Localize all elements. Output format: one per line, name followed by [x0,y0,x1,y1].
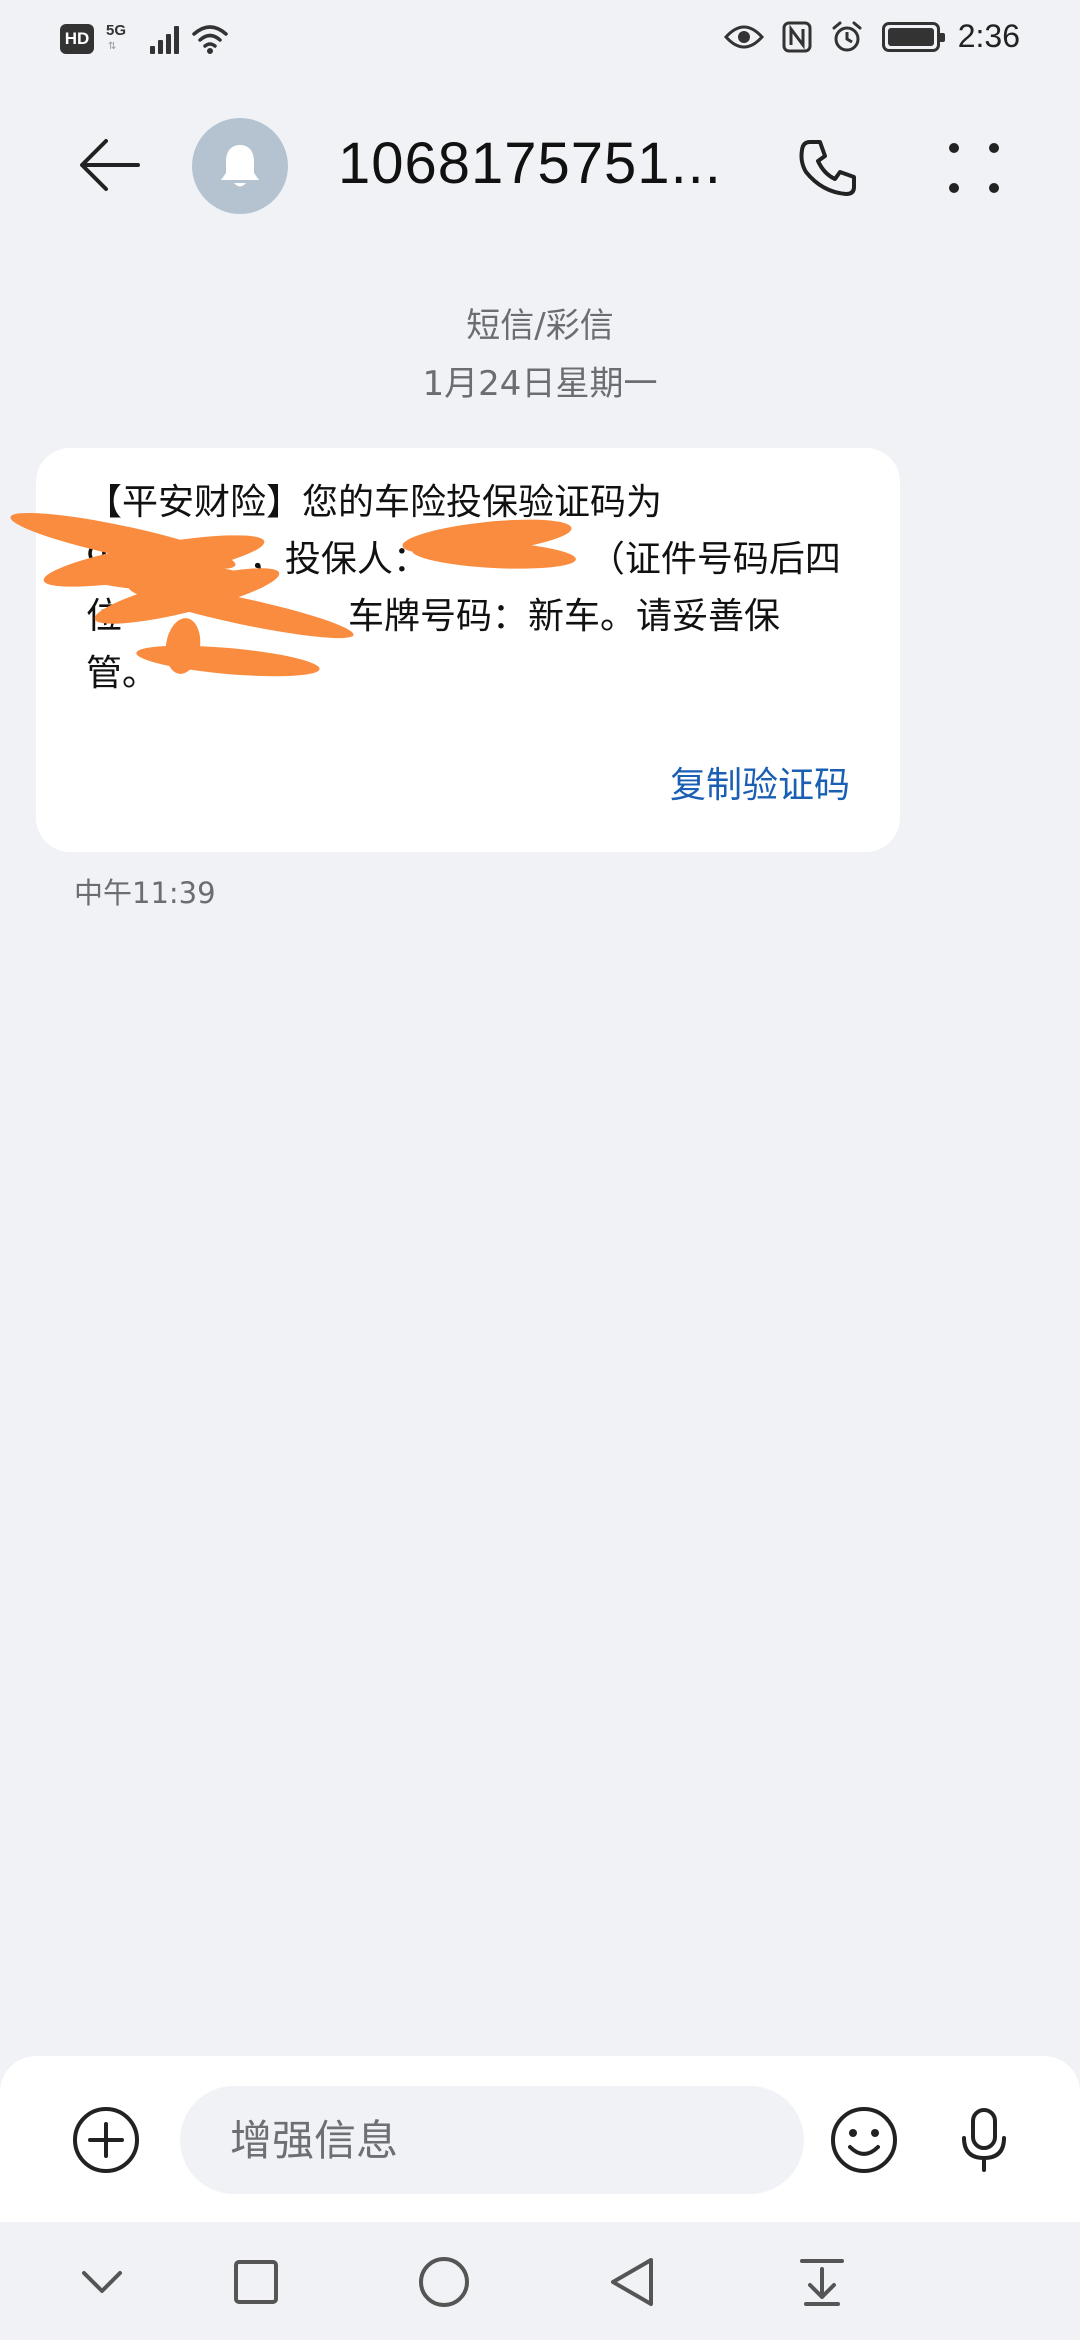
phone-icon [799,140,856,196]
notifications-icon [800,2259,844,2306]
network-indicator: 5G ⇅ [106,22,138,56]
thread-type-label: 短信/彩信 [466,306,614,346]
call-button[interactable] [790,130,866,206]
nav-home-button[interactable] [408,2246,480,2318]
message-composer [0,2056,1080,2222]
plus-circle-icon [73,2107,139,2173]
nav-recents-button[interactable] [220,2246,292,2318]
contact-avatar[interactable] [192,118,288,214]
alarm-icon [832,21,862,51]
sms-thread-screen: HD 5G ⇅ 2:36 1068175751... 短信/彩信 1月24日星期… [0,0,1080,2340]
thread-date-label: 1月24日星期一 [422,364,658,404]
signal-icon [150,24,179,54]
microphone-icon [962,2108,1006,2172]
status-time: 2:36 [957,18,1020,54]
conversation-header: 1068175751... [0,100,1080,230]
copy-code-button[interactable]: 复制验证码 [670,756,850,808]
status-bar: HD 5G ⇅ 2:36 [0,0,1080,80]
message-bubble[interactable]: 【平安财险】您的车险投保验证码为 9，投保人：（证件号码后四 位，车牌号码：新车… [7,448,900,852]
more-dots-icon [949,143,999,193]
message-line: 【平安财险】您的车险投保验证码为 [86,482,663,523]
eye-icon [723,25,764,48]
status-right: 2:36 [723,18,1020,55]
nav-back-button[interactable] [596,2246,668,2318]
nav-notifications-button[interactable] [786,2246,858,2318]
network-type: 5G [106,22,127,39]
back-button[interactable] [70,130,150,200]
hd-badge: HD [60,24,94,54]
back-icon [611,2258,653,2306]
emoji-button[interactable] [826,2102,902,2178]
battery-icon [881,21,945,52]
system-navigation-bar [0,2222,1080,2340]
emoji-icon [831,2107,897,2173]
message-timestamp: 中午11:39 [74,876,216,910]
nfc-icon [782,21,812,52]
bell-icon [221,145,259,187]
add-attachment-button[interactable] [70,2104,142,2176]
message-input[interactable] [180,2086,804,2194]
home-icon [419,2257,469,2307]
contact-number[interactable]: 1068175751... [338,130,722,197]
recents-icon [234,2260,278,2304]
back-arrow-icon [80,139,140,191]
chevron-down-icon [82,2271,122,2293]
wifi-icon [192,25,228,54]
more-options-button[interactable] [936,130,1012,206]
data-activity-icon: ⇅ [108,41,117,52]
status-left: HD 5G ⇅ [60,22,229,56]
voice-input-button[interactable] [946,2102,1022,2178]
nav-collapse-button[interactable] [66,2246,138,2318]
